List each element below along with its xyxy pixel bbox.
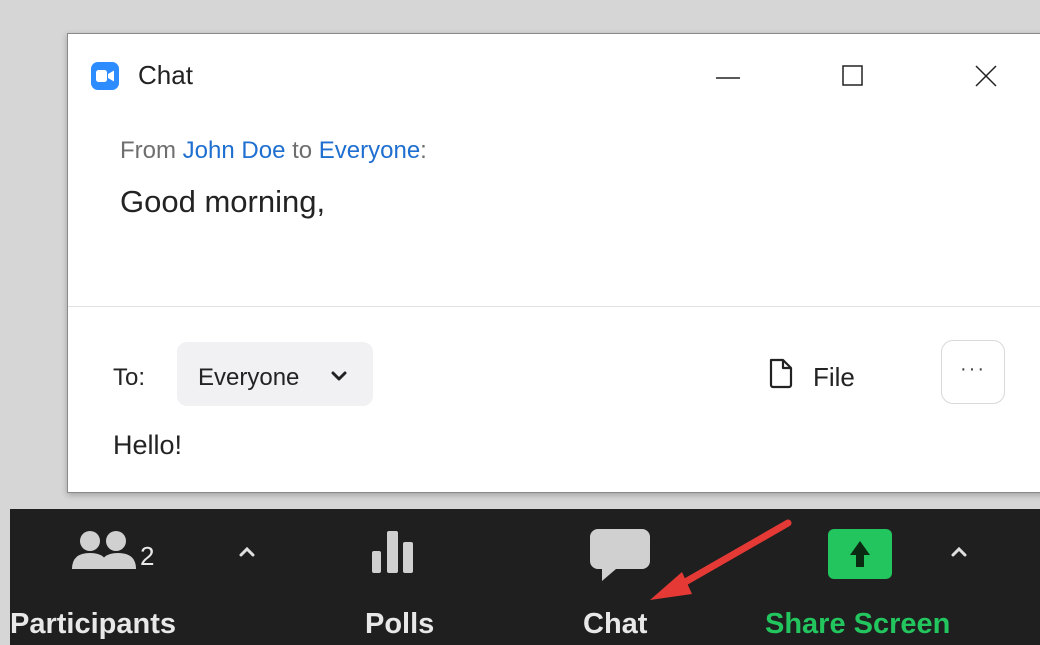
chat-icon <box>590 529 650 581</box>
recipient-dropdown[interactable]: Everyone <box>177 342 373 406</box>
message-recipient[interactable]: Everyone <box>319 137 420 164</box>
maximize-button[interactable] <box>833 56 873 96</box>
polls-button[interactable]: Polls <box>350 509 460 645</box>
participants-label: Participants <box>10 608 176 640</box>
chat-input[interactable]: Hello! <box>113 430 182 461</box>
share-screen-label: Share Screen <box>765 608 951 640</box>
chevron-up-icon <box>951 546 967 557</box>
chat-button[interactable]: Chat <box>570 509 690 645</box>
chevron-down-icon <box>331 371 347 381</box>
recipient-selected: Everyone <box>198 364 300 391</box>
more-options-button[interactable]: ··· <box>941 340 1005 404</box>
to-label: To: <box>113 364 146 391</box>
window-title: Chat <box>138 60 193 90</box>
share-screen-button[interactable]: Share Screen <box>765 509 965 645</box>
chat-window: Chat From John Doe to Everyone: Good mor… <box>67 33 1040 493</box>
participants-options-caret[interactable] <box>238 544 268 564</box>
message-header: From John Doe to Everyone: <box>120 137 427 165</box>
chat-label: Chat <box>583 608 648 640</box>
close-icon <box>975 65 997 87</box>
to-word: to <box>292 137 313 164</box>
polls-icon <box>372 531 413 573</box>
from-prefix: From <box>120 137 176 164</box>
header-colon: : <box>420 137 427 164</box>
share-screen-icon <box>828 529 892 579</box>
minimize-button[interactable] <box>708 56 748 96</box>
zoom-app-icon <box>91 62 119 90</box>
participants-icon <box>72 531 136 569</box>
close-button[interactable] <box>966 56 1006 96</box>
divider <box>68 306 1040 307</box>
minimize-icon <box>716 77 740 79</box>
participants-button[interactable]: 2 Participants <box>10 509 210 645</box>
polls-label: Polls <box>365 608 435 640</box>
sender-name[interactable]: John Doe <box>183 137 286 164</box>
file-button[interactable]: File <box>768 352 898 402</box>
chevron-up-icon <box>239 546 255 557</box>
maximize-icon <box>842 65 863 86</box>
share-options-caret[interactable] <box>950 544 980 564</box>
file-label: File <box>813 362 855 392</box>
participants-count: 2 <box>140 541 155 571</box>
title-bar[interactable]: Chat <box>68 34 1040 114</box>
meeting-toolbar: 2 Participants Polls Chat Share Screen <box>10 509 1040 645</box>
message-text: Good morning, <box>120 184 326 219</box>
file-icon <box>769 358 793 389</box>
